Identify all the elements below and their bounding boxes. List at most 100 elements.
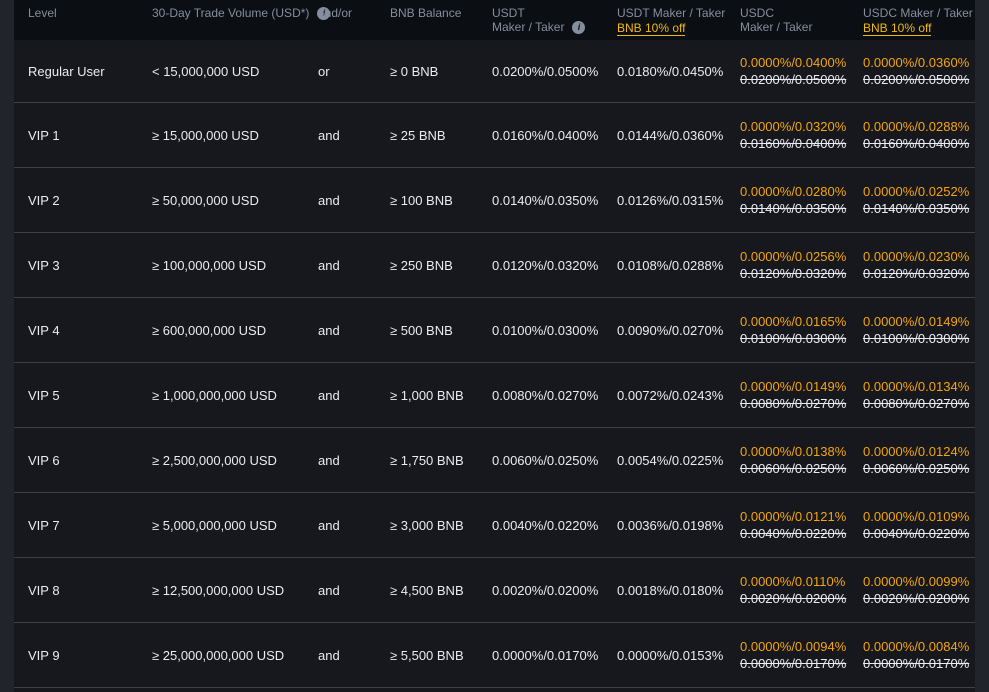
table-row: VIP 7 ≥ 5,000,000,000 USD and ≥ 3,000 BN… <box>14 493 975 558</box>
column-header-label: Maker / Taker <box>740 20 863 34</box>
regular-fee-value-struck: 0.0000%/0.0170% <box>863 655 975 672</box>
usdc-bnb-fee-cell: 0.0000%/0.0134% 0.0080%/0.0270% <box>863 378 975 412</box>
usdt-bnb-fee-cell: 0.0036%/0.0198% <box>617 518 740 533</box>
column-header-label: Level <box>28 6 152 20</box>
promo-fee-value: 0.0000%/0.0230% <box>863 248 975 265</box>
regular-fee-value-struck: 0.0100%/0.0300% <box>740 330 863 347</box>
usdt-fee-cell: 0.0200%/0.0500% <box>492 64 617 79</box>
promo-fee-value: 0.0000%/0.0256% <box>740 248 863 265</box>
conjunction-cell: and <box>318 453 390 468</box>
promo-fee-value: 0.0000%/0.0099% <box>863 573 975 590</box>
trade-volume-cell: ≥ 50,000,000 USD <box>152 193 318 208</box>
regular-fee-value-struck: 0.0020%/0.0200% <box>863 590 975 607</box>
bnb-balance-cell: ≥ 3,000 BNB <box>390 518 492 533</box>
regular-fee-value-struck: 0.0200%/0.0500% <box>740 71 863 88</box>
regular-fee-value-struck: 0.0040%/0.0220% <box>740 525 863 542</box>
bnb-discount-link[interactable]: BNB 10% off <box>617 21 685 36</box>
promo-fee-value: 0.0000%/0.0134% <box>863 378 975 395</box>
usdt-fee-cell: 0.0040%/0.0220% <box>492 518 617 533</box>
promo-fee-value: 0.0000%/0.0288% <box>863 118 975 135</box>
regular-fee-value-struck: 0.0120%/0.0320% <box>863 265 975 282</box>
table-header: Level 30-Day Trade Volume (USD*) i and/o… <box>14 0 975 40</box>
usdt-bnb-fee-cell: 0.0108%/0.0288% <box>617 258 740 273</box>
usdt-fee-cell: 0.0080%/0.0270% <box>492 388 617 403</box>
regular-fee-value-struck: 0.0120%/0.0320% <box>740 265 863 282</box>
regular-fee-value-struck: 0.0080%/0.0270% <box>863 395 975 412</box>
promo-fee-value: 0.0000%/0.0110% <box>740 573 863 590</box>
column-header-label: Maker / Taker <box>492 20 564 34</box>
regular-fee-value-struck: 0.0040%/0.0220% <box>863 525 975 542</box>
promo-fee-value: 0.0000%/0.0094% <box>740 638 863 655</box>
bnb-balance-cell: ≥ 25 BNB <box>390 128 492 143</box>
usdc-bnb-fee-cell: 0.0000%/0.0109% 0.0040%/0.0220% <box>863 508 975 542</box>
usdc-fee-cell: 0.0000%/0.0138% 0.0060%/0.0250% <box>740 443 863 477</box>
usdc-bnb-fee-cell: 0.0000%/0.0149% 0.0100%/0.0300% <box>863 313 975 347</box>
usdt-bnb-fee-cell: 0.0090%/0.0270% <box>617 323 740 338</box>
column-header-bnb-balance: BNB Balance <box>390 6 492 40</box>
promo-fee-value: 0.0000%/0.0121% <box>740 508 863 525</box>
level-cell: VIP 9 <box>28 648 152 663</box>
table-row: VIP 5 ≥ 1,000,000,000 USD and ≥ 1,000 BN… <box>14 363 975 428</box>
regular-fee-value-struck: 0.0000%/0.0170% <box>740 655 863 672</box>
trade-volume-cell: ≥ 1,000,000,000 USD <box>152 388 318 403</box>
usdt-bnb-fee-cell: 0.0000%/0.0153% <box>617 648 740 663</box>
level-cell: VIP 3 <box>28 258 152 273</box>
column-header-level: Level <box>28 6 152 40</box>
regular-fee-value-struck: 0.0140%/0.0350% <box>740 200 863 217</box>
usdc-bnb-fee-cell: 0.0000%/0.0360% 0.0200%/0.0500% <box>863 54 975 88</box>
usdc-fee-cell: 0.0000%/0.0280% 0.0140%/0.0350% <box>740 183 863 217</box>
conjunction-cell: and <box>318 258 390 273</box>
column-header-label: USDC <box>740 6 863 20</box>
promo-fee-value: 0.0000%/0.0252% <box>863 183 975 200</box>
column-header-usdc-fee: USDC Maker / Taker <box>740 6 863 40</box>
usdc-fee-cell: 0.0000%/0.0400% 0.0200%/0.0500% <box>740 54 863 88</box>
usdc-fee-cell: 0.0000%/0.0165% 0.0100%/0.0300% <box>740 313 863 347</box>
regular-fee-value-struck: 0.0060%/0.0250% <box>863 460 975 477</box>
table-row: VIP 2 ≥ 50,000,000 USD and ≥ 100 BNB 0.0… <box>14 168 975 233</box>
promo-fee-value: 0.0000%/0.0149% <box>740 378 863 395</box>
info-icon[interactable]: i <box>572 21 585 34</box>
bnb-balance-cell: ≥ 1,000 BNB <box>390 388 492 403</box>
promo-fee-value: 0.0000%/0.0280% <box>740 183 863 200</box>
level-cell: Regular User <box>28 64 152 79</box>
bnb-balance-cell: ≥ 100 BNB <box>390 193 492 208</box>
trade-volume-cell: ≥ 15,000,000 USD <box>152 128 318 143</box>
trade-volume-cell: ≥ 12,500,000,000 USD <box>152 583 318 598</box>
fee-rate-table: Level 30-Day Trade Volume (USD*) i and/o… <box>14 0 975 692</box>
regular-fee-value-struck: 0.0020%/0.0200% <box>740 590 863 607</box>
level-cell: VIP 2 <box>28 193 152 208</box>
trade-volume-cell: ≥ 2,500,000,000 USD <box>152 453 318 468</box>
promo-fee-value: 0.0000%/0.0149% <box>863 313 975 330</box>
table-row: VIP 4 ≥ 600,000,000 USD and ≥ 500 BNB 0.… <box>14 298 975 363</box>
column-header-andor: and/or <box>318 6 390 40</box>
usdt-bnb-fee-cell: 0.0180%/0.0450% <box>617 64 740 79</box>
usdt-bnb-fee-cell: 0.0072%/0.0243% <box>617 388 740 403</box>
bnb-balance-cell: ≥ 5,500 BNB <box>390 648 492 663</box>
column-header-usdc-bnb-fee: USDC Maker / Taker BNB 10% off <box>863 6 975 40</box>
level-cell: VIP 7 <box>28 518 152 533</box>
usdc-bnb-fee-cell: 0.0000%/0.0252% 0.0140%/0.0350% <box>863 183 975 217</box>
bnb-balance-cell: ≥ 1,750 BNB <box>390 453 492 468</box>
table-row: VIP 8 ≥ 12,500,000,000 USD and ≥ 4,500 B… <box>14 558 975 623</box>
usdc-fee-cell: 0.0000%/0.0110% 0.0020%/0.0200% <box>740 573 863 607</box>
usdc-fee-cell: 0.0000%/0.0121% 0.0040%/0.0220% <box>740 508 863 542</box>
usdc-bnb-fee-cell: 0.0000%/0.0084% 0.0000%/0.0170% <box>863 638 975 672</box>
bnb-discount-link[interactable]: BNB 10% off <box>863 21 931 36</box>
level-cell: VIP 8 <box>28 583 152 598</box>
conjunction-cell: and <box>318 193 390 208</box>
usdc-bnb-fee-cell: 0.0000%/0.0288% 0.0160%/0.0400% <box>863 118 975 152</box>
usdt-fee-cell: 0.0100%/0.0300% <box>492 323 617 338</box>
trade-volume-cell: ≥ 600,000,000 USD <box>152 323 318 338</box>
usdt-bnb-fee-cell: 0.0144%/0.0360% <box>617 128 740 143</box>
bnb-balance-cell: ≥ 4,500 BNB <box>390 583 492 598</box>
promo-fee-value: 0.0000%/0.0109% <box>863 508 975 525</box>
usdc-bnb-fee-cell: 0.0000%/0.0230% 0.0120%/0.0320% <box>863 248 975 282</box>
usdc-fee-cell: 0.0000%/0.0320% 0.0160%/0.0400% <box>740 118 863 152</box>
bnb-balance-cell: ≥ 0 BNB <box>390 64 492 79</box>
regular-fee-value-struck: 0.0160%/0.0400% <box>863 135 975 152</box>
usdc-bnb-fee-cell: 0.0000%/0.0124% 0.0060%/0.0250% <box>863 443 975 477</box>
usdt-fee-cell: 0.0120%/0.0320% <box>492 258 617 273</box>
conjunction-cell: and <box>318 583 390 598</box>
table-row: Regular User < 15,000,000 USD or ≥ 0 BNB… <box>14 40 975 103</box>
conjunction-cell: and <box>318 648 390 663</box>
